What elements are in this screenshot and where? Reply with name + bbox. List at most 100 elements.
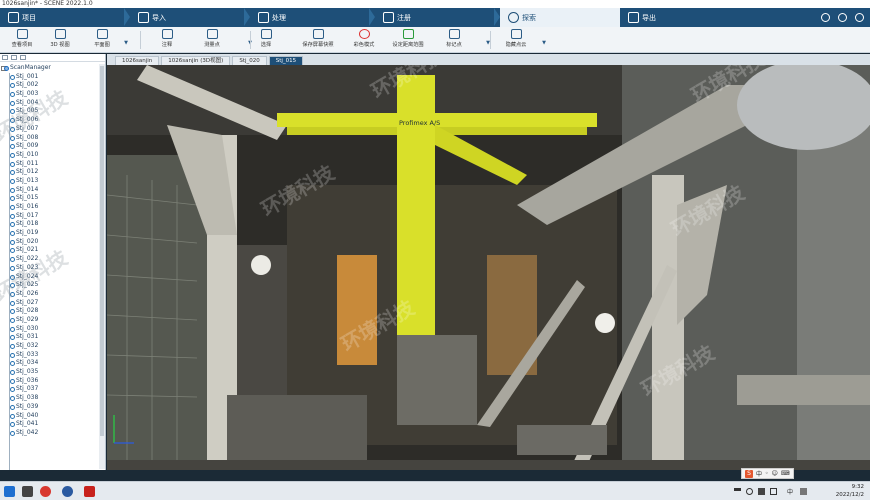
tree-item-scan[interactable]: Stj_027	[0, 299, 100, 308]
tree-item-scan[interactable]: Stj_011	[0, 160, 100, 169]
tree-item-scan[interactable]: Stj_014	[0, 186, 100, 195]
tab-stj-015[interactable]: Stj_015	[268, 56, 304, 65]
mode-explore[interactable]: 探索	[500, 8, 620, 27]
scene-app-icon[interactable]	[62, 486, 73, 497]
tree-item-scan[interactable]: Stj_013	[0, 177, 100, 186]
scan-node-icon	[10, 152, 15, 158]
ime-emoji-icon[interactable]: ☺	[772, 470, 778, 477]
chevron-down-icon[interactable]: ▼	[542, 40, 546, 46]
hide-cloud-button[interactable]: 隐藏点云 ▼	[494, 29, 546, 51]
tree-item-scan[interactable]: Stj_012	[0, 168, 100, 177]
mode-project[interactable]: 项目	[0, 8, 130, 27]
tree-item-scan[interactable]: Stj_006	[0, 116, 100, 125]
tab-3d-view[interactable]: 1026sanjin (3D视图)	[161, 56, 231, 65]
task-view-icon[interactable]	[22, 486, 33, 497]
annotation-button[interactable]: 注释	[145, 29, 189, 51]
settings-gear-icon[interactable]	[838, 13, 847, 22]
tree-item-scan[interactable]: Stj_041	[0, 420, 100, 429]
ime-keyboard-icon[interactable]: ⌨	[781, 470, 790, 477]
mode-export[interactable]: 导出	[620, 8, 740, 27]
chrome-icon[interactable]	[40, 486, 51, 497]
tab-stj-020[interactable]: Stj_020	[232, 56, 267, 65]
tree-tab-icon[interactable]	[2, 55, 8, 60]
tree-item-scan[interactable]: Stj_036	[0, 377, 100, 386]
windows-start-icon[interactable]	[4, 486, 15, 497]
snapshot-button[interactable]: 保存屏幕快照	[296, 29, 340, 51]
tree-tab-icon[interactable]	[20, 55, 26, 60]
tree-item-label: Stj_040	[16, 411, 39, 419]
tree-item-scan[interactable]: Stj_023	[0, 264, 100, 273]
tree-item-scan[interactable]: Stj_032	[0, 342, 100, 351]
ime-punct-icon[interactable]: ◦	[765, 470, 769, 477]
theme-icon[interactable]	[821, 13, 830, 22]
tree-item-scan[interactable]: Stj_010	[0, 151, 100, 160]
mode-import[interactable]: 导入	[130, 8, 250, 27]
tree-item-scan[interactable]: Stj_016	[0, 203, 100, 212]
tree-item-scan[interactable]: Stj_037	[0, 385, 100, 394]
tree-item-scan[interactable]: Stj_003	[0, 90, 100, 99]
tree-item-scan[interactable]: Stj_031	[0, 333, 100, 342]
ime-lang[interactable]: 中	[756, 469, 762, 478]
tray-network-icon[interactable]	[758, 488, 765, 495]
tool-label: 保存屏幕快照	[302, 42, 334, 48]
tree-item-scan[interactable]: Stj_025	[0, 281, 100, 290]
tree-item-scan[interactable]: Stj_024	[0, 273, 100, 282]
tree-item-scan[interactable]: Stj_029	[0, 316, 100, 325]
tree-item-scan[interactable]: Stj_030	[0, 325, 100, 334]
system-clock[interactable]: 9:32 2022/12/2	[836, 483, 864, 499]
tray-chevron-icon[interactable]	[734, 488, 741, 495]
select-button[interactable]: 选择	[244, 29, 288, 51]
tree-item-scan[interactable]: Stj_018	[0, 220, 100, 229]
tree-item-scan[interactable]: Stj_033	[0, 351, 100, 360]
tray-input-icon[interactable]	[800, 488, 807, 495]
mode-label: 导出	[642, 13, 656, 22]
tree-item-scan[interactable]: Stj_007	[0, 125, 100, 134]
mode-process[interactable]: 处理	[250, 8, 375, 27]
tree-scrollbar[interactable]	[99, 64, 105, 469]
tree-item-scan[interactable]: Stj_020	[0, 238, 100, 247]
window-title: 1026sanjin* - SCENE 2022.1.0	[0, 0, 870, 8]
tree-item-scan[interactable]: Stj_028	[0, 307, 100, 316]
tree-item-scan[interactable]: Stj_038	[0, 394, 100, 403]
measure-button[interactable]: 测量点▼	[190, 29, 252, 51]
tree-tab-icon[interactable]	[11, 55, 17, 60]
tab-project[interactable]: 1026sanjin	[115, 56, 160, 65]
tray-volume-icon[interactable]	[770, 488, 777, 495]
chevron-down-icon[interactable]: ▼	[124, 40, 128, 46]
tree-item-scan[interactable]: Stj_021	[0, 246, 100, 255]
tree-item-scan[interactable]: Stj_008	[0, 134, 100, 143]
tree-item-scan[interactable]: Stj_040	[0, 412, 100, 421]
tree-item-scan[interactable]: Stj_039	[0, 403, 100, 412]
tree-item-scan[interactable]: Stj_034	[0, 359, 100, 368]
tray-app-icon[interactable]	[746, 488, 753, 495]
3d-view-button[interactable]: 3D 视图	[38, 29, 82, 51]
wps-icon[interactable]	[84, 486, 95, 497]
tray-lang[interactable]: 中	[787, 487, 793, 496]
tree-item-scan[interactable]: Stj_017	[0, 212, 100, 221]
help-icon[interactable]	[855, 13, 864, 22]
scrollbar-thumb[interactable]	[100, 66, 104, 436]
distance-range-button[interactable]: 设定距离范围	[386, 29, 430, 51]
tree-item-scan[interactable]: Stj_022	[0, 255, 100, 264]
scan-node-icon	[10, 187, 15, 193]
tree-item-scan[interactable]: Stj_019	[0, 229, 100, 238]
scan-node-icon	[10, 213, 15, 219]
planview-button[interactable]: 平面图 ▼	[80, 29, 128, 51]
tree-item-scan[interactable]: Stj_035	[0, 368, 100, 377]
tree-item-scan[interactable]: Stj_026	[0, 290, 100, 299]
tree-root[interactable]: ScanManager	[0, 64, 100, 73]
scan-viewport[interactable]: Profimex A/S 环境科技 环境科技 环境科技 环境科技 环境科技 环境…	[107, 65, 870, 470]
tree-item-label: Stj_007	[16, 124, 39, 132]
tree-item-scan[interactable]: Stj_015	[0, 194, 100, 203]
ime-toolbar[interactable]: S 中 ◦ ☺ ⌨	[741, 468, 794, 479]
tree-item-label: Stj_025	[16, 281, 39, 289]
tree-item-scan[interactable]: Stj_002	[0, 81, 100, 90]
tree-item-scan[interactable]: Stj_001	[0, 73, 100, 82]
tree-item-scan[interactable]: Stj_004	[0, 99, 100, 108]
tree-item-scan[interactable]: Stj_005	[0, 107, 100, 116]
mode-register[interactable]: 注册	[375, 8, 500, 27]
tree-item-scan[interactable]: Stj_042	[0, 429, 100, 438]
marker-button[interactable]: 标记点 ▼	[432, 29, 490, 51]
color-mode-button[interactable]: 彩色模式	[342, 29, 386, 51]
tree-item-scan[interactable]: Stj_009	[0, 142, 100, 151]
